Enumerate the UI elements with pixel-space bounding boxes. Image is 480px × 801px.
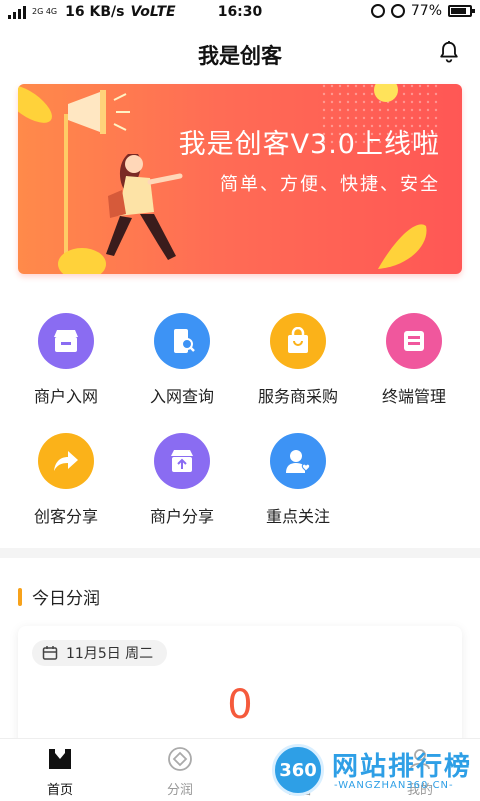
grid-label: 商户分享 (149, 507, 214, 526)
bell-icon[interactable] (438, 40, 460, 64)
battery-icon (448, 5, 475, 17)
shopping-bag-icon (270, 313, 326, 369)
profit-section-header: 今日分润 (18, 584, 100, 609)
profit-value: 0 (227, 682, 253, 728)
grid-item-provider-purchase[interactable]: 服务商采购 (238, 305, 358, 415)
profit-section-title: 今日分润 (32, 589, 100, 609)
user-heart-icon (270, 433, 326, 489)
tab-label: 首页 (46, 783, 73, 798)
grid-item-terminal-manage[interactable]: 终端管理 (354, 305, 474, 415)
grid-label: 重点关注 (265, 507, 330, 526)
calendar-icon (42, 646, 58, 660)
watermark-sub: -WANGZHAN360.CN- (334, 780, 454, 791)
terminal-icon (386, 313, 442, 369)
grid-item-onboard-query[interactable]: 入网查询 (122, 305, 242, 415)
phone-search-icon (154, 313, 210, 369)
section-accent-bar (18, 587, 22, 606)
app-header: 我是创客 (0, 30, 480, 76)
banner-subtitle: 简单、方便、快捷、安全 (220, 174, 440, 195)
grid-label: 商户入网 (33, 387, 98, 406)
grid-item-maker-share[interactable]: 创客分享 (6, 425, 126, 535)
banner-title: 我是创客V3.0上线啦 (178, 129, 440, 160)
section-divider (0, 548, 480, 558)
grid-item-merchant-onboard[interactable]: 商户入网 (6, 305, 126, 415)
lock-rotation-icon (370, 4, 385, 18)
tab-home[interactable]: 首页 (10, 745, 110, 798)
home-icon (49, 749, 71, 769)
page-title: 我是创客 (198, 44, 282, 68)
watermark-logo: 360 网站排行榜 -WANGZHAN360.CN- (272, 742, 480, 800)
watermark-text: 网站排行榜 (332, 752, 473, 782)
store-icon (38, 313, 94, 369)
grid-label: 终端管理 (381, 387, 446, 406)
grid-item-key-attention[interactable]: 重点关注 (238, 425, 358, 535)
status-right: 77% (370, 3, 475, 19)
alarm-icon (390, 4, 405, 18)
status-bar: 2G 4G 16 KB/s VoLTE 16:30 77% (0, 0, 480, 26)
tab-label: 分润 (166, 783, 193, 798)
share-arrow-icon (38, 433, 94, 489)
watermark-badge: 360 (272, 744, 324, 796)
profit-icon (168, 747, 192, 771)
store-upload-icon (154, 433, 210, 489)
battery-percent: 77% (410, 3, 442, 19)
grid-item-merchant-share[interactable]: 商户分享 (122, 425, 242, 535)
tab-profit[interactable]: 分润 (130, 745, 230, 798)
grid-label: 服务商采购 (257, 387, 338, 406)
date-pill[interactable]: 11月5日 周二 (32, 640, 168, 666)
grid-label: 入网查询 (149, 387, 214, 406)
profit-date: 11月5日 周二 (66, 646, 154, 662)
grid-label: 创客分享 (33, 507, 98, 526)
promo-banner[interactable]: 我是创客V3.0上线啦 简单、方便、快捷、安全 (18, 84, 462, 274)
